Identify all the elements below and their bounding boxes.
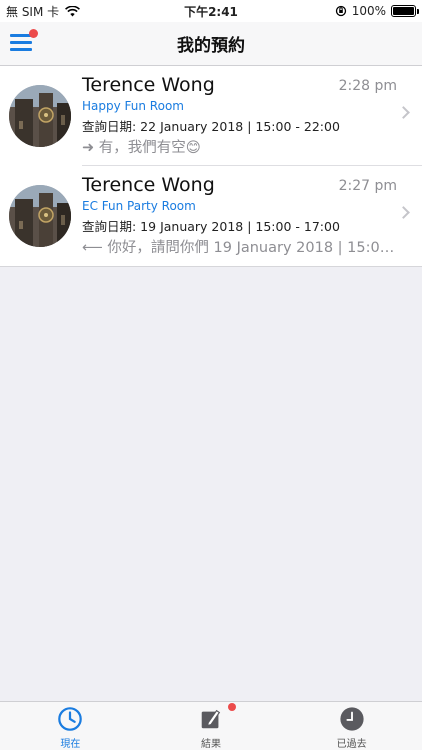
avatar: [9, 185, 71, 247]
tab-label: 結果: [201, 739, 221, 750]
carrier-text: 無 SIM 卡: [6, 4, 60, 19]
status-bar: 無 SIM 卡 下午2:41 100%: [0, 0, 422, 22]
message-time: 2:27 pm: [338, 178, 397, 194]
tab-bar: 現在 結果 已過去: [0, 701, 422, 750]
page-title: 我的預約: [177, 36, 245, 56]
edit-icon: [201, 709, 221, 729]
incoming-arrow-icon: ⟵: [82, 240, 108, 256]
query-date: 查詢日期: 22 January 2018 | 15:00 - 22:00: [82, 119, 340, 134]
chevron-right-icon: [397, 206, 410, 219]
tab-label: 已過去: [336, 739, 367, 750]
contact-name: Terence Wong: [82, 74, 215, 96]
menu-button[interactable]: [10, 29, 38, 52]
notification-badge: [29, 29, 38, 38]
tab-past[interactable]: 已過去: [281, 702, 422, 750]
history-clock-icon: [340, 707, 364, 731]
last-message-text: 有，我們有空😊: [98, 140, 201, 156]
status-left: 無 SIM 卡: [6, 3, 81, 20]
query-date: 查詢日期: 19 January 2018 | 15:00 - 17:00: [82, 219, 340, 234]
avatar: [9, 85, 71, 147]
booking-list: Terence Wong 2:28 pm Happy Fun Room 查詢日期…: [0, 66, 422, 267]
chevron-right-icon: [397, 106, 410, 119]
wifi-icon: [65, 5, 81, 16]
booking-row[interactable]: Terence Wong 2:28 pm Happy Fun Room 查詢日期…: [0, 66, 422, 166]
last-message-preview: ⟵ 你好，請問你們 19 January 2018 | 15:00 ...: [82, 236, 400, 257]
room-name: EC Fun Party Room: [82, 199, 196, 213]
tab-label: 現在: [60, 739, 81, 750]
clock-icon: [58, 707, 83, 731]
outgoing-arrow-icon: ➜: [82, 140, 99, 156]
last-message-text: 你好，請問你們 19 January 2018 | 15:00 ...: [107, 240, 400, 256]
orientation-lock-icon: [335, 5, 346, 17]
last-message-preview: ➜ 有，我們有空😊: [82, 136, 201, 157]
tab-current[interactable]: 現在: [0, 702, 141, 750]
tab-results[interactable]: 結果: [141, 702, 282, 750]
status-right: 100%: [335, 4, 419, 18]
navigation-bar: 我的預約: [0, 22, 422, 66]
battery-percent: 100%: [351, 4, 386, 18]
contact-name: Terence Wong: [82, 174, 215, 196]
battery-icon: [391, 5, 419, 17]
notification-badge: [227, 703, 236, 711]
message-time: 2:28 pm: [338, 78, 397, 94]
room-name: Happy Fun Room: [82, 99, 184, 113]
booking-row[interactable]: Terence Wong 2:27 pm EC Fun Party Room 查…: [0, 166, 422, 266]
